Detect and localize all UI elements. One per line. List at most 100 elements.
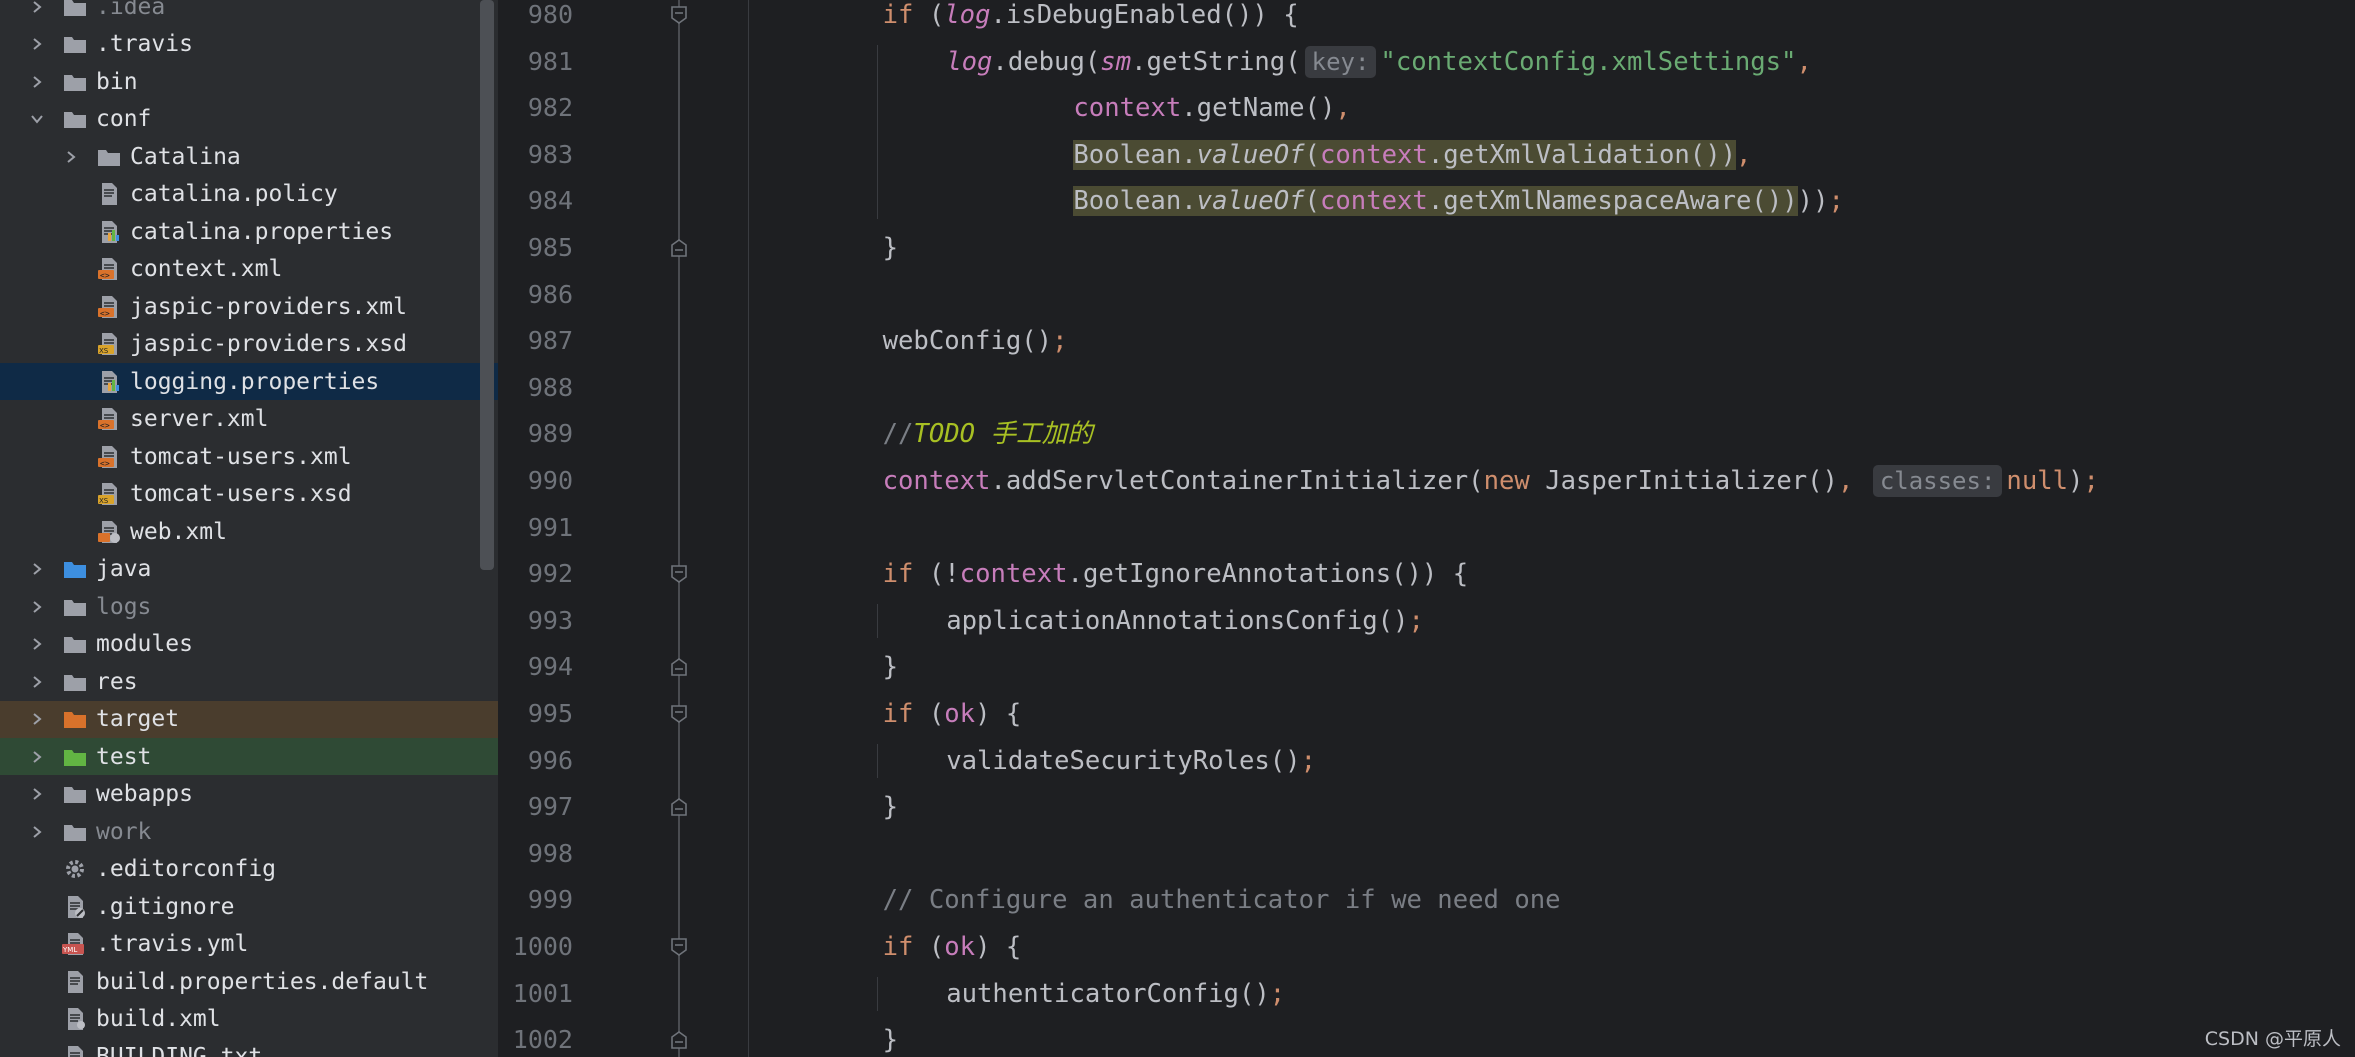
code-token: (!	[928, 559, 960, 590]
chevron-right-icon[interactable]	[26, 33, 48, 55]
code-line[interactable]: if (!context.getIgnoreAnnotations()) {	[883, 551, 1469, 597]
tree-item-label: build.properties.default	[96, 968, 429, 995]
tree-item[interactable]: java	[0, 551, 498, 588]
tree-item-label: Catalina	[130, 143, 241, 170]
code-line[interactable]: webConfig();	[883, 318, 1068, 364]
tree-item[interactable]: conf	[0, 101, 498, 138]
tree-item[interactable]: catalina.properties	[0, 213, 498, 250]
code-token: ok	[944, 932, 976, 962]
code-line[interactable]: // Configure an authenticator if we need…	[883, 877, 1561, 923]
chevron-right-icon[interactable]	[26, 708, 48, 730]
chevron-right-icon[interactable]	[26, 633, 48, 655]
chevron-right-icon[interactable]	[26, 0, 48, 18]
tree-item[interactable]: test	[0, 738, 498, 775]
fold-collapse-icon[interactable]	[668, 936, 690, 958]
chevron-right-icon[interactable]	[60, 146, 82, 168]
tree-item[interactable]: BUILDING.txt	[0, 1038, 498, 1057]
code-line[interactable]: if (ok) {	[883, 691, 1022, 737]
tree-item[interactable]: .editorconfig	[0, 851, 498, 888]
code-token: new	[1483, 466, 1546, 496]
line-number: 995	[527, 699, 573, 728]
tree-item[interactable]: .travis	[0, 26, 498, 63]
code-line[interactable]: Boolean.valueOf(context.getXmlNamespaceA…	[1073, 178, 1844, 224]
line-number: 981	[527, 46, 573, 76]
code-token: .getName()	[1181, 93, 1336, 124]
code-line[interactable]: validateSecurityRoles();	[946, 738, 1316, 784]
tree-item-label: work	[96, 818, 152, 845]
fold-end-icon[interactable]	[668, 1029, 690, 1051]
tree-item[interactable]: build.properties.default	[0, 963, 498, 1000]
code-line[interactable]: context.getName(),	[1073, 85, 1350, 131]
code-line[interactable]: authenticatorConfig();	[946, 971, 1285, 1017]
tree-item[interactable]: catalina.policy	[0, 176, 498, 213]
code-line[interactable]: //TODO 手工加的	[883, 411, 1093, 457]
tree-item[interactable]: YML .travis.yml	[0, 926, 498, 963]
code-line[interactable]: Boolean.valueOf(context.getXmlValidation…	[1073, 132, 1751, 178]
code-line[interactable]: context.addServletContainerInitializer(n…	[883, 458, 2099, 504]
code-editor[interactable]: 980 if (log.isDebugEnabled()) { 981 log.deb…	[498, 0, 2355, 1057]
tree-item[interactable]: logs	[0, 588, 498, 625]
tree-item[interactable]: XS jaspic-providers.xsd	[0, 326, 498, 363]
fold-collapse-icon[interactable]	[668, 703, 690, 725]
svg-text:<>: <>	[100, 421, 110, 430]
code-token: log	[944, 0, 991, 30]
parameter-hint: key:	[1304, 45, 1377, 78]
chevron-right-icon[interactable]	[26, 746, 48, 768]
code-token: ;	[1408, 605, 1424, 636]
code-line[interactable]: }	[883, 784, 898, 830]
fold-collapse-icon[interactable]	[668, 563, 690, 585]
chevron-right-icon[interactable]	[26, 596, 48, 618]
tree-item[interactable]: .idea	[0, 0, 498, 25]
tree-item-label: catalina.properties	[130, 218, 394, 245]
chevron-down-icon[interactable]	[26, 108, 48, 130]
chevron-right-icon[interactable]	[26, 671, 48, 693]
tree-item[interactable]: <> tomcat-users.xml	[0, 438, 498, 475]
code-token: context	[1319, 139, 1428, 170]
fold-end-icon[interactable]	[668, 237, 690, 259]
tree-item[interactable]: res	[0, 663, 498, 700]
tree-item-label: jaspic-providers.xml	[130, 293, 407, 320]
folder-icon	[62, 31, 88, 57]
tree-item[interactable]: <> context.xml	[0, 251, 498, 288]
fold-collapse-icon[interactable]	[668, 4, 690, 26]
tree-item[interactable]: web.xml	[0, 513, 498, 550]
code-token: applicationAnnotationsConfig()	[946, 605, 1409, 636]
tree-item[interactable]: webapps	[0, 776, 498, 813]
code-line[interactable]: }	[883, 1017, 898, 1057]
tree-item[interactable]: logging.properties	[0, 363, 498, 400]
tree-item[interactable]: Catalina	[0, 138, 498, 175]
line-number: 996	[527, 745, 573, 775]
tree-item[interactable]: target	[0, 700, 498, 738]
tree-item[interactable]: XS tomcat-users.xsd	[0, 476, 498, 513]
chevron-right-icon[interactable]	[26, 71, 48, 93]
fold-end-icon[interactable]	[668, 656, 690, 678]
tree-item[interactable]: .gitignore	[0, 888, 498, 925]
chevron-right-icon[interactable]	[26, 558, 48, 580]
tree-item[interactable]: modules	[0, 626, 498, 663]
tree-item[interactable]: bin	[0, 63, 498, 100]
code-token: ;	[1828, 186, 1844, 217]
code-line[interactable]: }	[883, 225, 898, 271]
ant-build-file-icon	[62, 1006, 88, 1032]
chevron-right-icon[interactable]	[26, 821, 48, 843]
line-number: 980	[527, 0, 573, 29]
fold-end-icon[interactable]	[668, 796, 690, 818]
indent-guide	[876, 603, 878, 639]
tree-scrollbar[interactable]	[480, 0, 494, 570]
project-tree-panel: .idea .travis bin conf Catalina catalina.poli…	[0, 0, 498, 1057]
tree-item[interactable]: work	[0, 813, 498, 850]
folder-icon	[62, 781, 88, 807]
folder-icon	[62, 69, 88, 95]
code-line[interactable]: if (log.isDebugEnabled()) {	[883, 0, 1299, 38]
code-line[interactable]: applicationAnnotationsConfig();	[946, 598, 1424, 644]
line-number: 1002	[512, 1025, 573, 1055]
tree-item[interactable]: <> server.xml	[0, 401, 498, 438]
tree-item-label: logs	[96, 593, 152, 620]
tree-item[interactable]: <> jaspic-providers.xml	[0, 288, 498, 325]
code-token: sm	[1100, 46, 1132, 77]
code-line[interactable]: log.debug(sm.getString(key: "contextConfi…	[946, 39, 1812, 85]
code-line[interactable]: }	[883, 644, 898, 690]
code-line[interactable]: if (ok) {	[883, 924, 1022, 970]
tree-item[interactable]: build.xml	[0, 1001, 498, 1038]
chevron-right-icon[interactable]	[26, 783, 48, 805]
